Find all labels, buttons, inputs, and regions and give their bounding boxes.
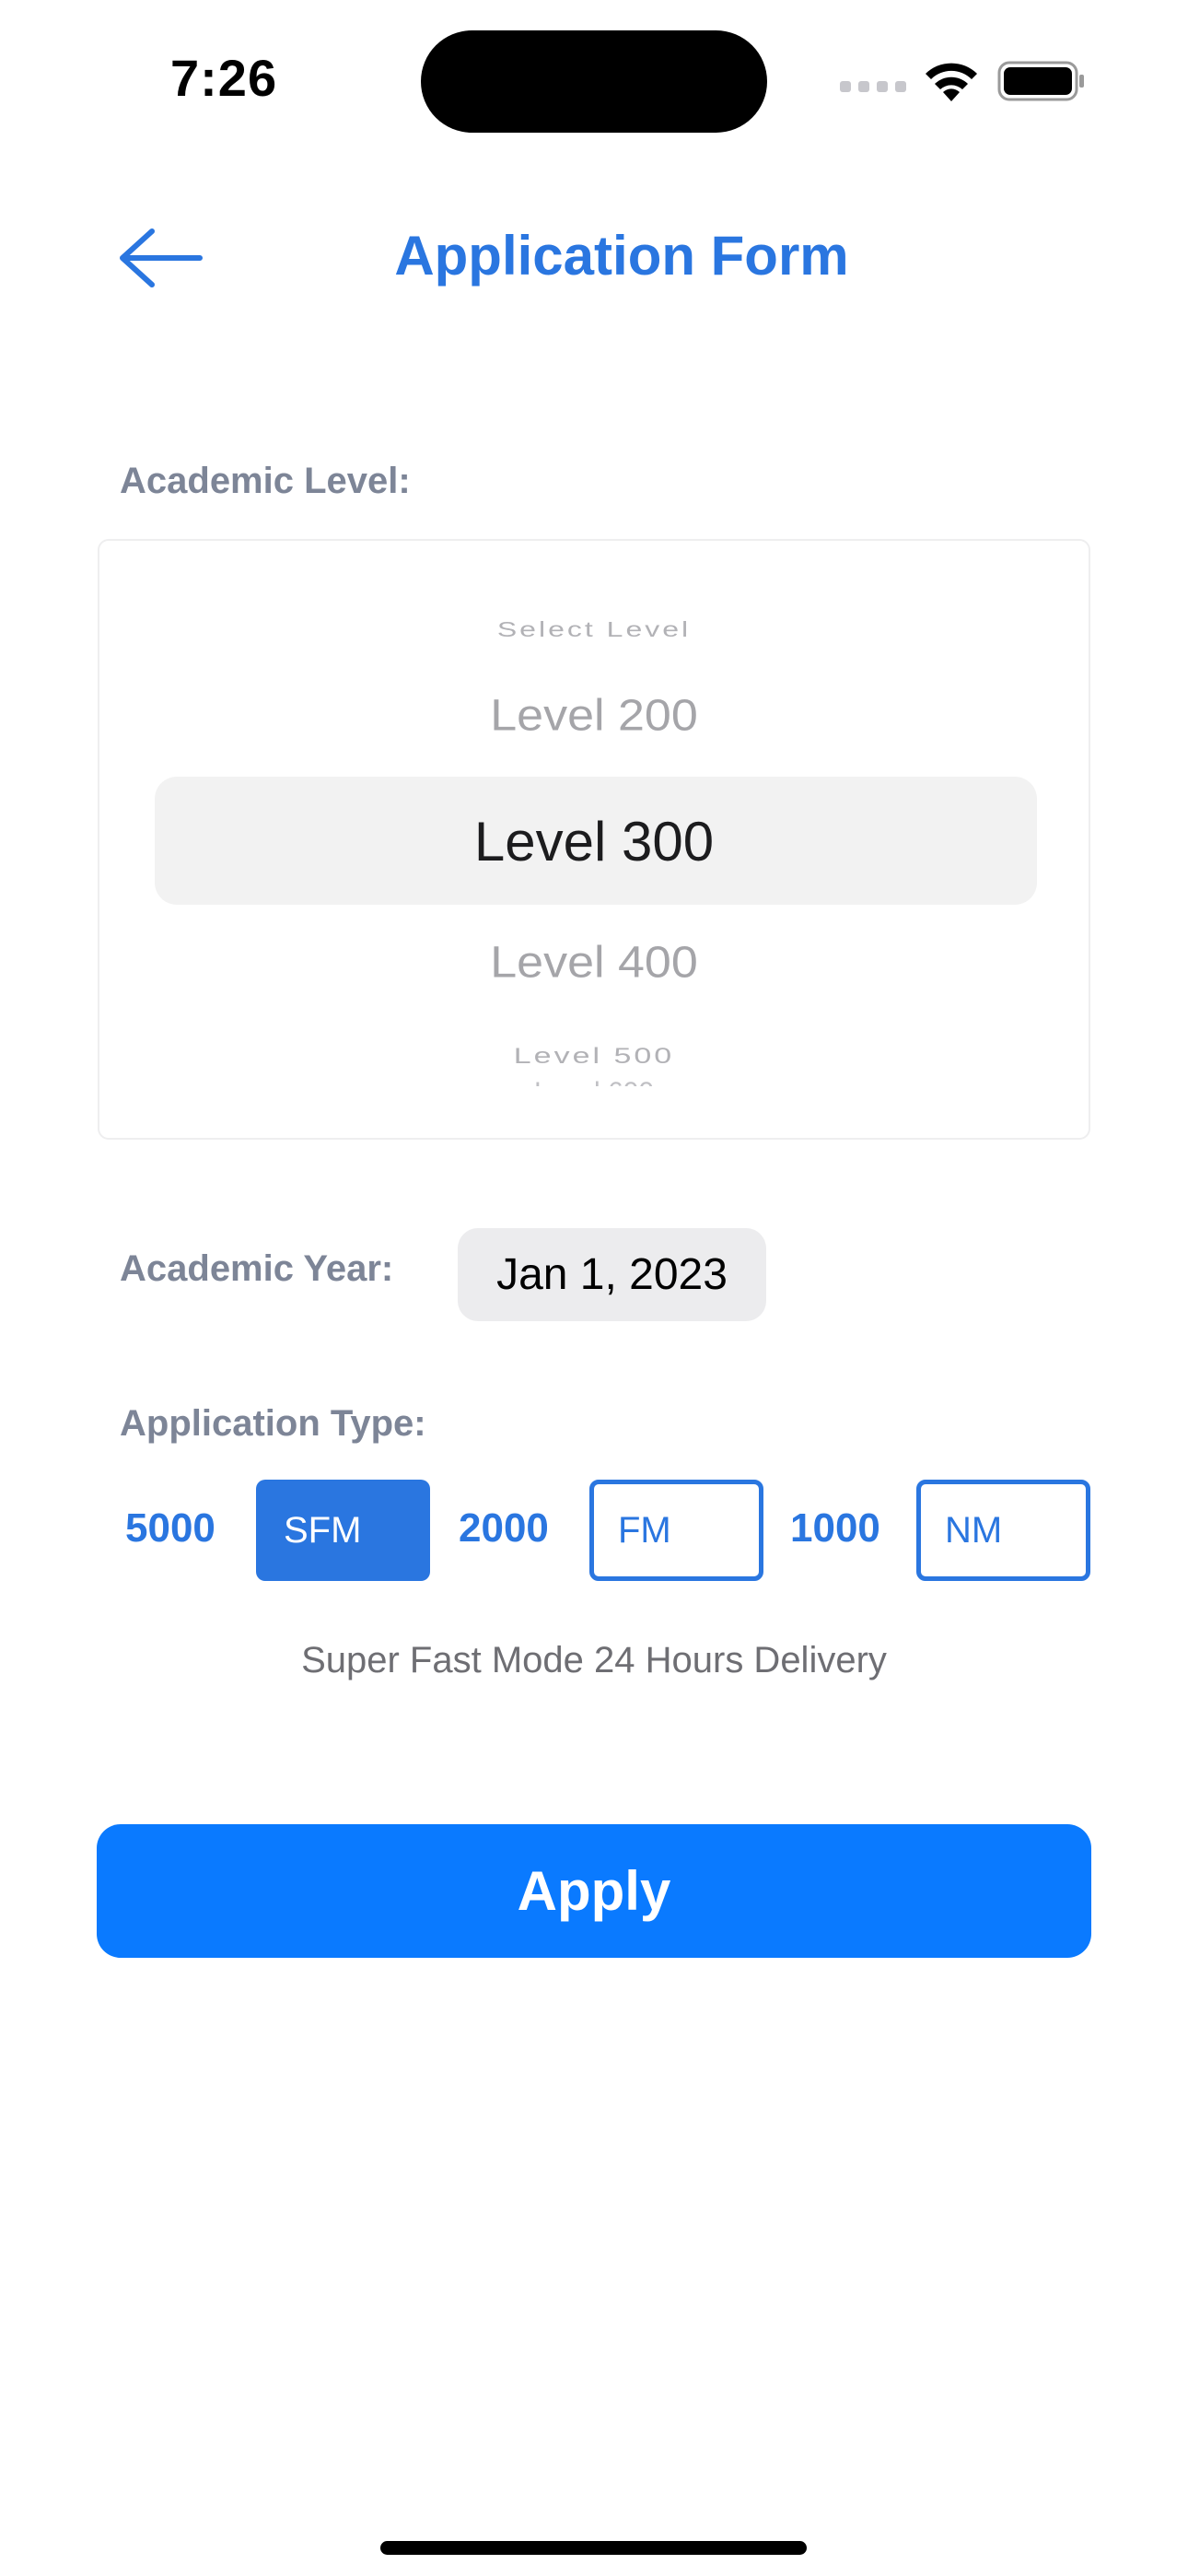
price-sfm: 5000 <box>125 1505 215 1551</box>
picker-option-level-500[interactable]: Level 500 <box>99 1043 1089 1069</box>
academic-level-picker[interactable]: Select Level Level 200 Level 300 Level 4… <box>98 539 1090 1140</box>
price-nm: 1000 <box>790 1505 880 1551</box>
academic-year-label: Academic Year: <box>120 1248 394 1289</box>
application-type-label: Application Type: <box>120 1403 426 1444</box>
picker-option-level-600[interactable]: Level 600 <box>99 1077 1089 1086</box>
type-button-nm[interactable]: NM <box>916 1480 1090 1581</box>
picker-option-level-300-selected[interactable]: Level 300 <box>99 810 1089 873</box>
battery-icon <box>997 61 1084 101</box>
cellular-signal-icon <box>840 81 906 92</box>
picker-option-select-level[interactable]: Select Level <box>99 617 1089 642</box>
academic-year-date-picker[interactable]: Jan 1, 2023 <box>458 1228 766 1321</box>
home-indicator[interactable] <box>380 2541 807 2555</box>
picker-option-level-400[interactable]: Level 400 <box>99 937 1089 988</box>
application-form-screen: 7:26 Application Form Academic Level: Se… <box>0 0 1188 2576</box>
price-fm: 2000 <box>459 1505 549 1551</box>
academic-level-label: Academic Level: <box>120 461 411 501</box>
dynamic-island <box>421 30 767 133</box>
picker-option-level-200[interactable]: Level 200 <box>99 690 1089 741</box>
type-button-sfm[interactable]: SFM <box>256 1480 430 1581</box>
wifi-icon <box>926 63 977 101</box>
page-title: Application Form <box>394 225 849 287</box>
type-button-fm[interactable]: FM <box>589 1480 763 1581</box>
delivery-description: Super Fast Mode 24 Hours Delivery <box>301 1640 887 1680</box>
status-time: 7:26 <box>170 49 278 107</box>
apply-button[interactable]: Apply <box>97 1824 1091 1958</box>
